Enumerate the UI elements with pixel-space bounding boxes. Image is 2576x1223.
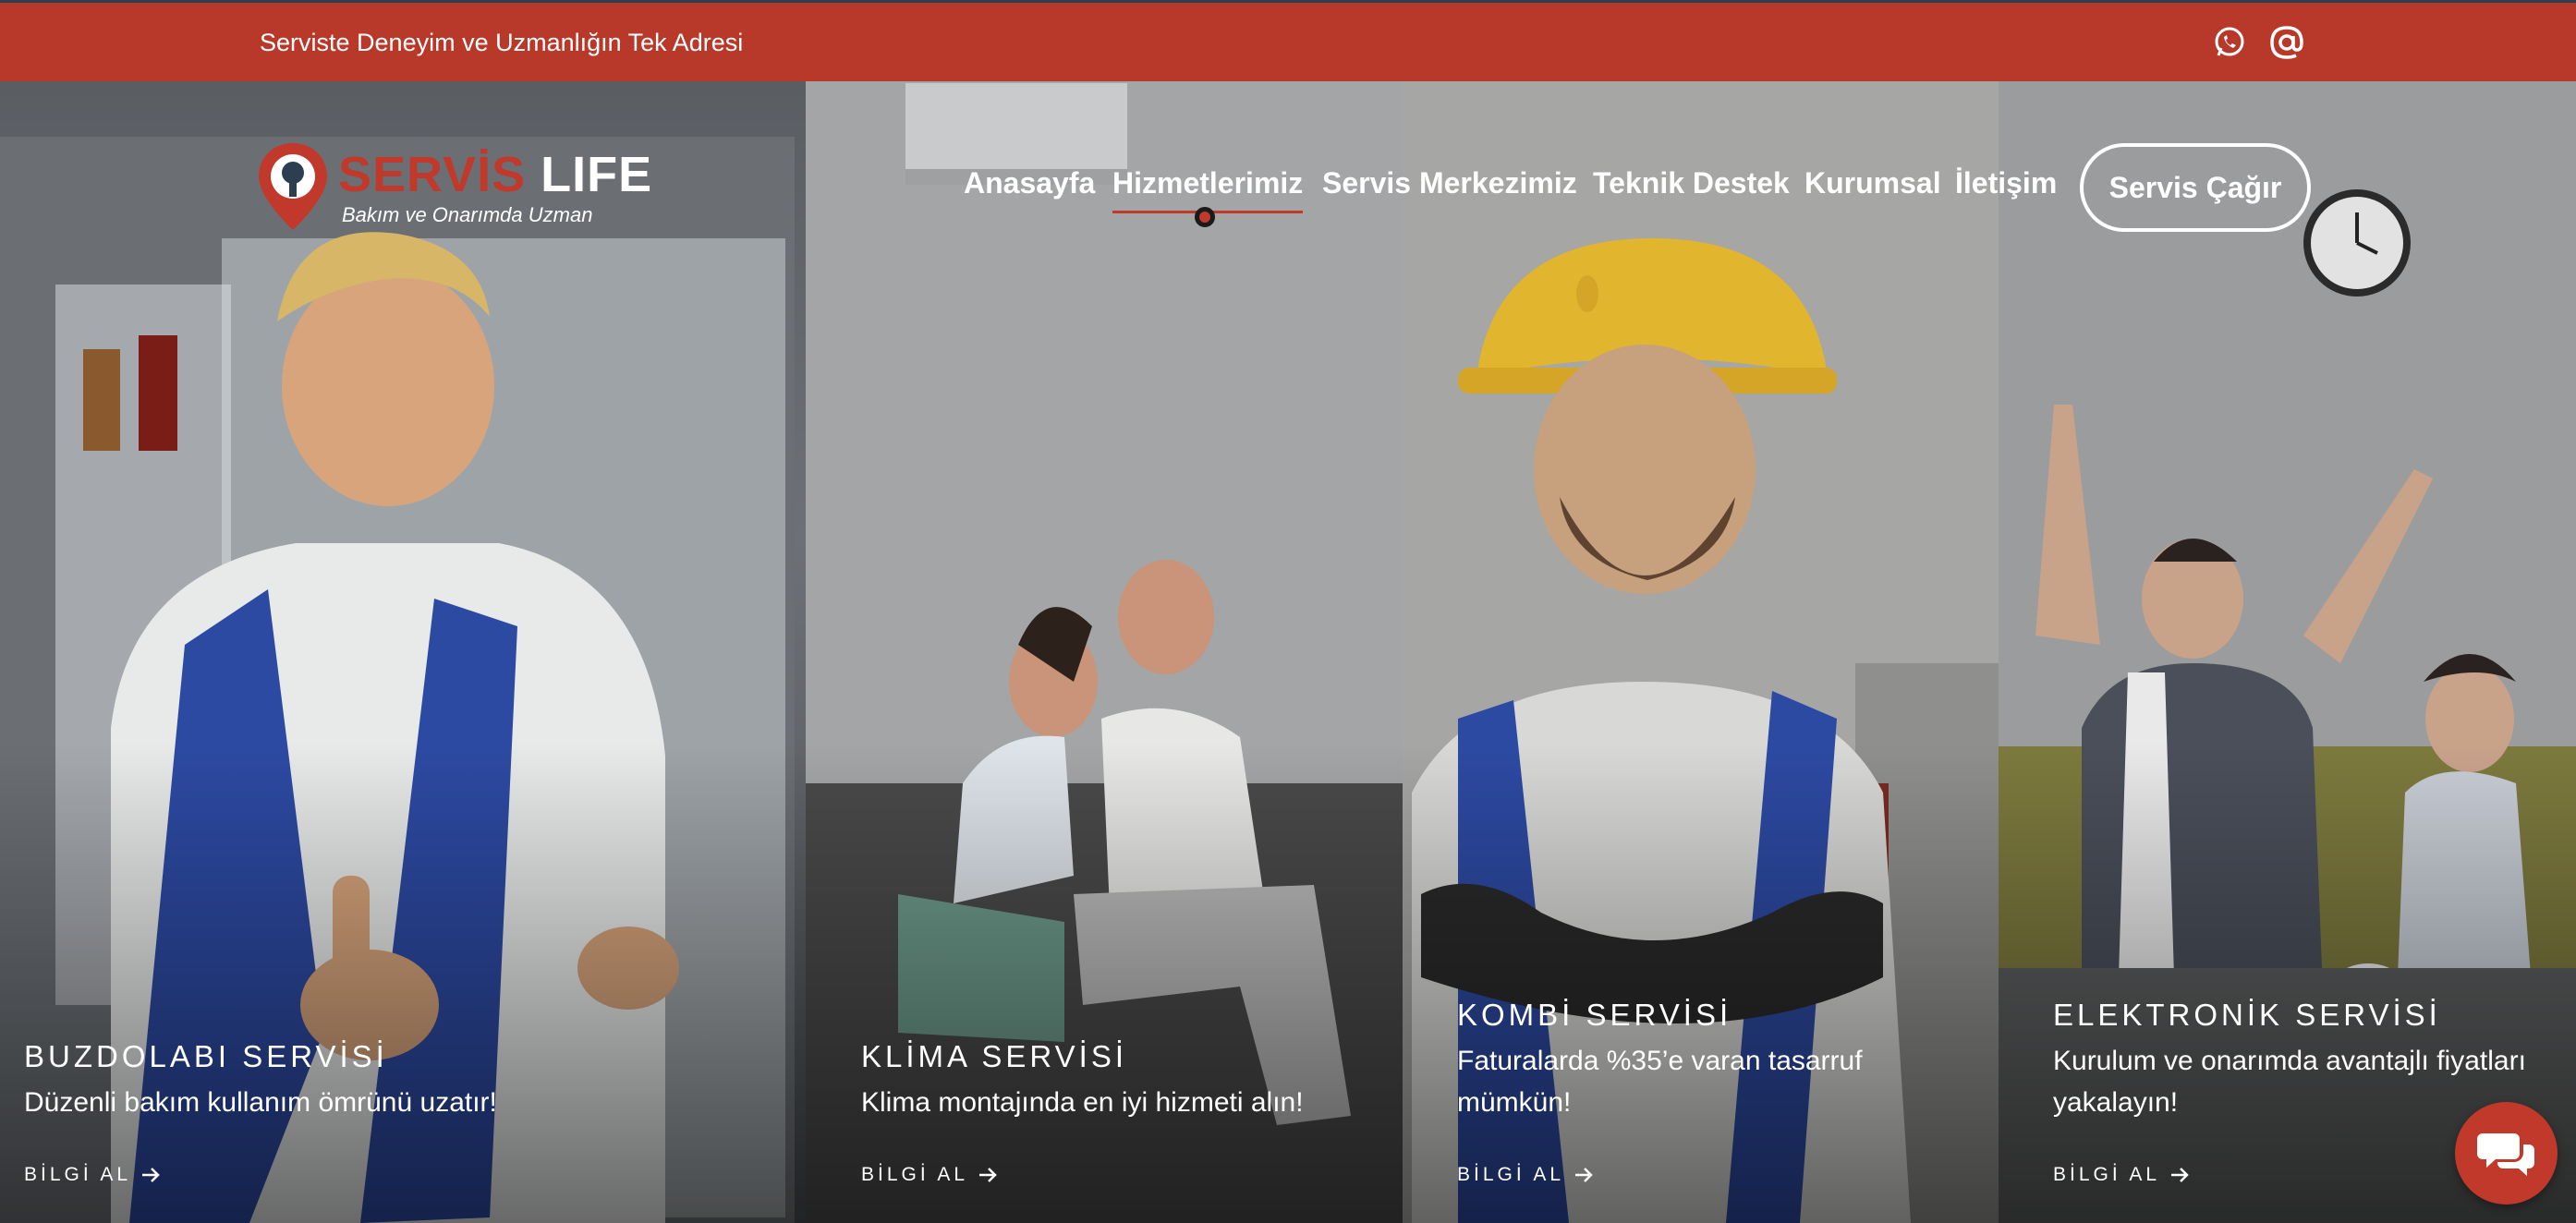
- bilgi-al-label: BİLGİ AL: [861, 1164, 969, 1185]
- nav-teknik-destek[interactable]: Teknik Destek: [1593, 166, 1790, 200]
- card-title-klima: KLİMA SERVİSİ: [861, 1039, 1127, 1073]
- nav-kurumsal[interactable]: Kurumsal: [1804, 166, 1941, 200]
- panel-buzdolabi[interactable]: BUZDOLABI SERVİSİ Düzenli bakım kullanım…: [0, 81, 806, 1223]
- nav-iletisim[interactable]: İletişim: [1955, 166, 2057, 200]
- logo-brand-life: LIFE: [541, 147, 653, 202]
- bilgi-al-link-kombi[interactable]: BİLGİ AL: [1457, 1164, 1594, 1186]
- logo-brand-servis: SERVİS: [338, 147, 527, 202]
- bilgi-al-label: BİLGİ AL: [2053, 1164, 2161, 1185]
- bilgi-al-link-klima[interactable]: BİLGİ AL: [861, 1164, 998, 1186]
- bilgi-al-link-buzdolabi[interactable]: BİLGİ AL: [24, 1164, 161, 1186]
- card-title-kombi: KOMBİ SERVİSİ: [1457, 998, 1732, 1032]
- chat-button[interactable]: [2455, 1102, 2558, 1205]
- panel-shade: [806, 743, 1403, 1223]
- nav-servis-merkezimiz[interactable]: Servis Merkezimiz: [1322, 166, 1577, 200]
- nav-anasayfa[interactable]: Anasayfa: [964, 166, 1095, 200]
- card-text-kombi: Faturalarda %35’e varan tasarruf mümkün!: [1457, 1040, 1863, 1123]
- card-text-line: Faturalarda %35’e varan tasarruf: [1457, 1046, 1863, 1076]
- panel-klima[interactable]: KLİMA SERVİSİ Klima montajında en iyi hi…: [806, 81, 1403, 1223]
- bilgi-al-link-elektronik[interactable]: BİLGİ AL: [2053, 1164, 2190, 1186]
- card-text-line: yakalayın!: [2053, 1087, 2179, 1118]
- logo-slogan: Bakım ve Onarımda Uzman: [342, 203, 593, 226]
- bilgi-al-label: BİLGİ AL: [1457, 1164, 1565, 1185]
- servis-cagir-button[interactable]: Servis Çağır: [2080, 143, 2311, 232]
- panel-kombi[interactable]: KOMBİ SERVİSİ Faturalarda %35’e varan ta…: [1403, 81, 1999, 1223]
- card-title-elektronik: ELEKTRONİK SERVİSİ: [2053, 998, 2441, 1032]
- chat-bubbles-icon: [2476, 1132, 2534, 1176]
- card-text-elektronik: Kurulum ve onarımda avantajlı fiyatları …: [2053, 1040, 2526, 1123]
- card-text-line: Kurulum ve onarımda avantajlı fiyatları: [2053, 1046, 2526, 1076]
- card-text-klima: Klima montajında en iyi hizmeti alın!: [861, 1087, 1304, 1118]
- card-text-buzdolabi: Düzenli bakım kullanım ömrünü uzatır!: [24, 1087, 497, 1118]
- location-pin-wrench-icon: [259, 143, 327, 230]
- panel-shade: [0, 743, 806, 1223]
- whatsapp-icon[interactable]: [2212, 25, 2247, 60]
- arrow-right-icon: [1575, 1168, 1593, 1182]
- arrow-right-icon: [142, 1168, 160, 1182]
- panel-elektronik[interactable]: ELEKTRONİK SERVİSİ Kurulum ve onarımda a…: [1999, 81, 2576, 1223]
- logo-brand: SERVİS LIFE: [338, 146, 652, 203]
- nav-hizmetlerimiz[interactable]: Hizmetlerimiz: [1112, 166, 1304, 213]
- card-title-buzdolabi: BUZDOLABI SERVİSİ: [24, 1039, 388, 1073]
- page: Serviste Deneyim ve Uzmanlığın Tek Adres…: [0, 0, 2576, 1223]
- active-nav-indicator: [1195, 207, 1215, 227]
- panel-shade: [1403, 743, 1999, 1223]
- top-bar: Serviste Deneyim ve Uzmanlığın Tek Adres…: [0, 0, 2576, 81]
- top-bar-tagline: Serviste Deneyim ve Uzmanlığın Tek Adres…: [260, 29, 744, 56]
- site-logo[interactable]: SERVİS LIFE Bakım ve Onarımda Uzman: [257, 139, 673, 231]
- card-text-line: mümkün!: [1457, 1087, 1572, 1118]
- bilgi-al-label: BİLGİ AL: [24, 1164, 132, 1185]
- at-sign-icon[interactable]: [2269, 25, 2304, 60]
- arrow-right-icon: [2171, 1168, 2189, 1182]
- arrow-right-icon: [979, 1168, 997, 1182]
